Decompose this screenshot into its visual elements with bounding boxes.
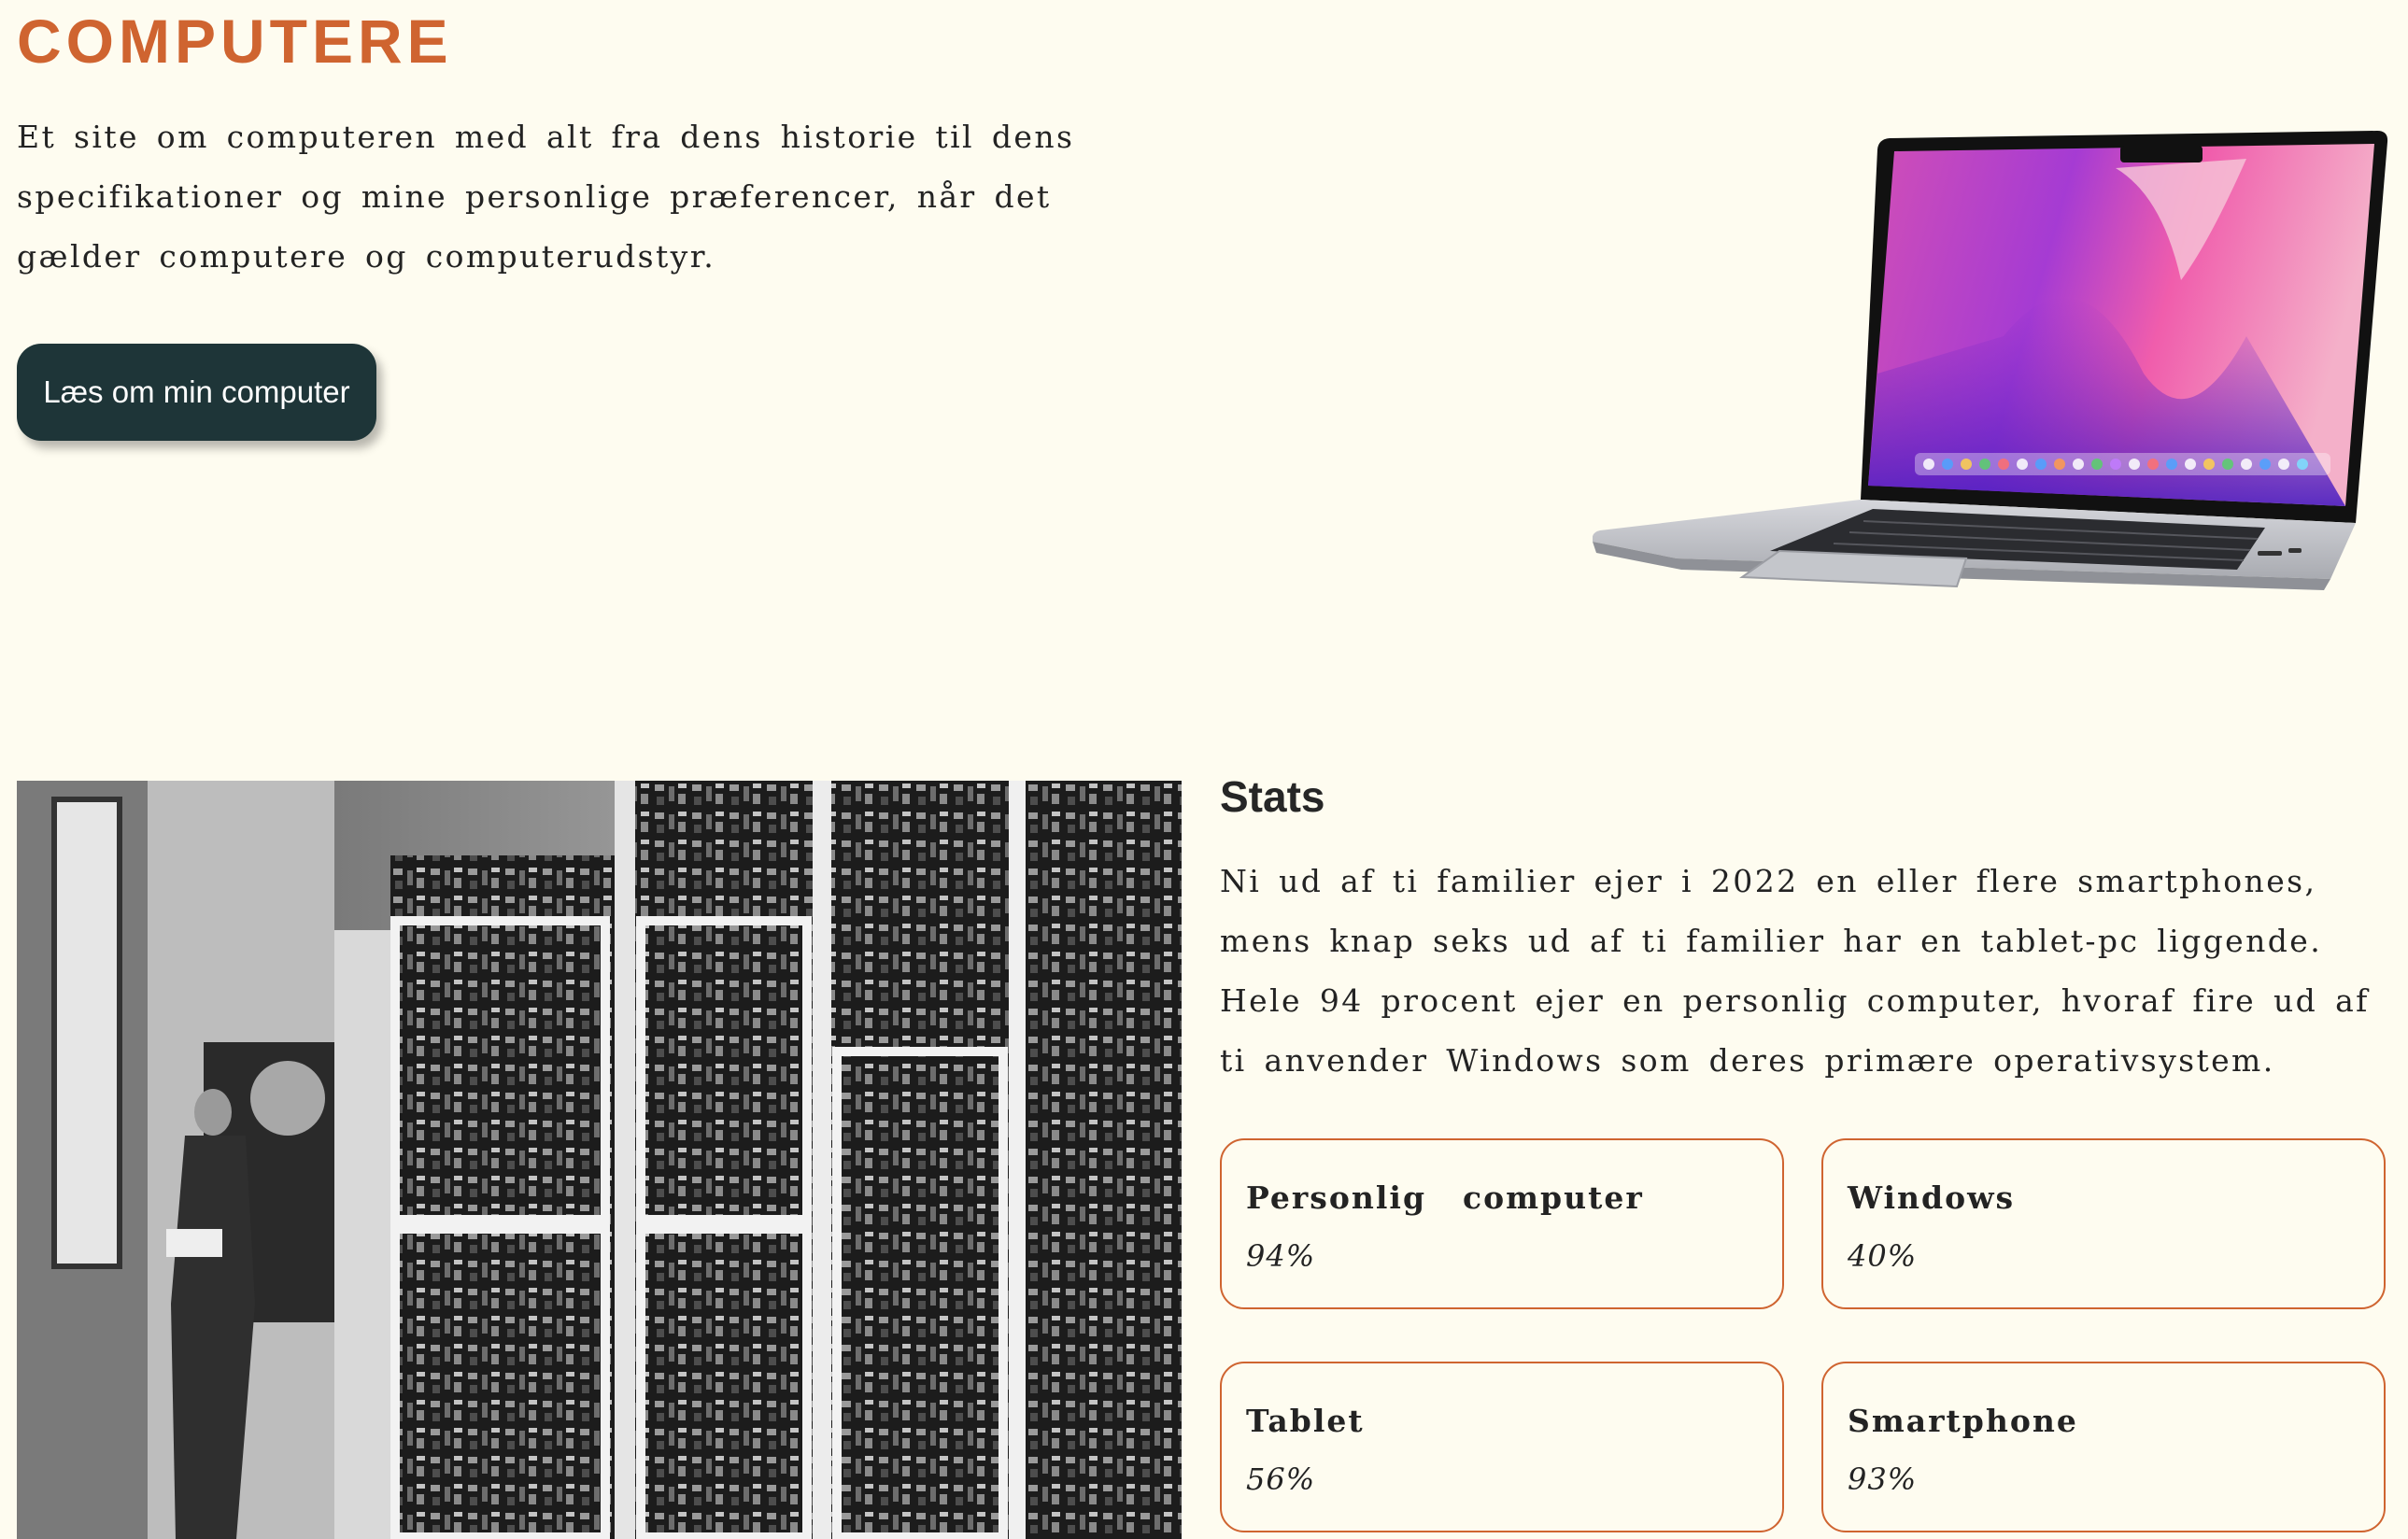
stat-label: Tablet (1246, 1403, 1365, 1439)
stat-label: Windows (1848, 1179, 2016, 1216)
stats-heading: Stats (1220, 772, 1325, 821)
stat-label: Smartphone (1848, 1403, 2078, 1439)
stat-value: 93% (1848, 1461, 1918, 1497)
stat-value: 56% (1246, 1461, 1316, 1497)
page-title: COMPUTERE (17, 7, 453, 76)
stat-card-windows: Windows 40% (1821, 1138, 2386, 1309)
stat-value: 40% (1848, 1238, 1918, 1274)
read-about-my-computer-button[interactable]: Læs om min computer (17, 344, 376, 441)
stat-card-personal-computer: Personlig computer 94% (1220, 1138, 1784, 1309)
stat-card-tablet: Tablet 56% (1220, 1362, 1784, 1532)
stat-card-smartphone: Smartphone 93% (1821, 1362, 2386, 1532)
laptop-image (1593, 131, 2388, 590)
hero-description: Et site om computeren med alt fra dens h… (17, 119, 1075, 275)
stat-label: Personlig computer (1246, 1179, 1644, 1216)
mainframe-photo (17, 781, 1182, 1539)
stat-value: 94% (1246, 1238, 1316, 1274)
stats-description: Ni ud af ti familier ejer i 2022 en elle… (1220, 863, 2370, 1079)
